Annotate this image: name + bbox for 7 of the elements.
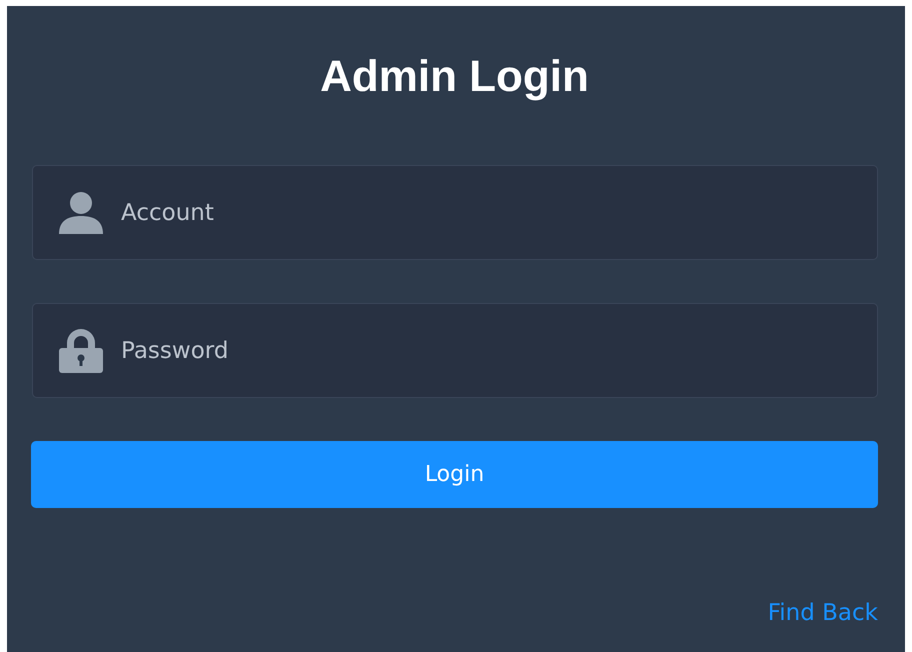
page-title: Admin Login xyxy=(320,52,589,102)
lock-icon xyxy=(59,328,103,372)
person-icon xyxy=(59,192,103,234)
find-back-link[interactable]: Find Back xyxy=(768,600,878,626)
login-button[interactable]: Login xyxy=(31,441,878,508)
password-field[interactable]: Password xyxy=(32,303,878,398)
account-field[interactable]: Account xyxy=(32,165,878,260)
